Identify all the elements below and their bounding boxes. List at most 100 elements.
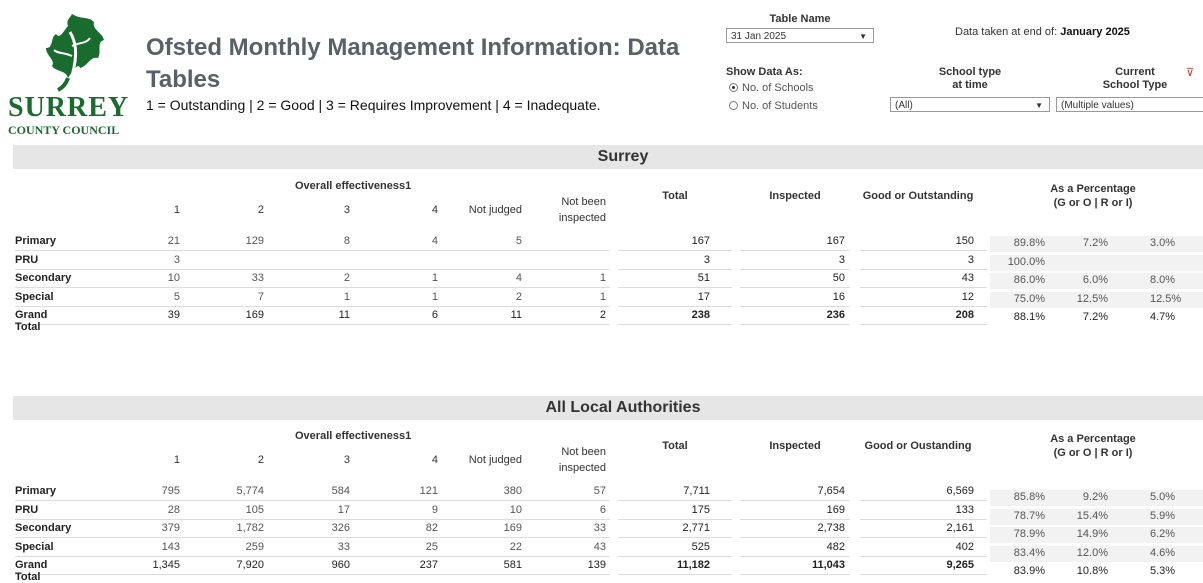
table-cell: 11 bbox=[510, 309, 522, 321]
row-divider bbox=[860, 500, 987, 501]
table-cell: 39 bbox=[167, 309, 180, 321]
percentage-cell: 7.2% bbox=[1082, 311, 1108, 323]
table-cell: 7 bbox=[257, 291, 264, 303]
row-divider bbox=[860, 269, 987, 270]
row-label: Secondary bbox=[15, 272, 72, 284]
inspected-cell: 2,738 bbox=[817, 522, 845, 534]
current-school-type-dropdown[interactable]: (Multiple values) bbox=[1056, 97, 1203, 112]
data-taken-text: Data taken at end of: January 2025 bbox=[955, 26, 1130, 38]
inspected-cell: 167 bbox=[826, 235, 845, 247]
table-cell: 5 bbox=[515, 235, 522, 247]
total-cell: 51 bbox=[697, 272, 710, 284]
good-outstanding-cell: 12 bbox=[961, 291, 974, 303]
table-cell: 139 bbox=[587, 559, 606, 571]
inspected-cell: 482 bbox=[826, 541, 845, 553]
good-outstanding-cell: 150 bbox=[955, 235, 974, 247]
row-divider bbox=[618, 250, 732, 251]
good-outstanding-header: Good or Outstanding bbox=[862, 190, 974, 202]
percentage-cell: 14.9% bbox=[1076, 528, 1108, 540]
table-cell: 960 bbox=[331, 559, 350, 571]
surrey-logo: SURREY COUNTY COUNCIL bbox=[4, 12, 140, 136]
inspected-cell: 16 bbox=[832, 291, 845, 303]
row-divider bbox=[860, 537, 987, 538]
overall-effectiveness-header: Overall effectiveness1 bbox=[295, 430, 412, 442]
table-cell: 9 bbox=[431, 504, 438, 516]
oak-leaf-icon bbox=[46, 14, 104, 92]
percentage-cell: 5.0% bbox=[1150, 491, 1176, 503]
table-cell: 1 bbox=[343, 291, 350, 303]
column-header: 3 bbox=[343, 204, 350, 216]
total-header: Total bbox=[662, 190, 688, 202]
column-header: Not judged bbox=[468, 454, 522, 466]
total-cell: 175 bbox=[691, 504, 710, 516]
row-divider bbox=[15, 287, 610, 288]
table-cell: 6 bbox=[599, 504, 606, 516]
dropdown-arrow-icon: ▼ bbox=[1035, 101, 1043, 110]
table-cell: 237 bbox=[419, 559, 438, 571]
row-divider bbox=[618, 537, 732, 538]
percentage-cell: 8.0% bbox=[1150, 274, 1176, 286]
row-label: Grand Total bbox=[15, 559, 48, 583]
total-cell: 7,711 bbox=[683, 485, 710, 497]
percentage-cell: 78.9% bbox=[1013, 528, 1045, 540]
row-divider bbox=[618, 287, 732, 288]
table-cell: 380 bbox=[503, 485, 522, 497]
percentage-cell: 88.1% bbox=[1013, 311, 1045, 323]
table-cell: 1,782 bbox=[236, 522, 264, 534]
total-cell: 3 bbox=[703, 254, 710, 266]
table-cell: 28 bbox=[167, 504, 180, 516]
total-cell: 167 bbox=[691, 235, 710, 247]
table-cell: 10 bbox=[167, 272, 180, 284]
column-header: 2 bbox=[257, 204, 264, 216]
radio-no-of-students[interactable]: No. of Students bbox=[729, 99, 818, 114]
section-band-all-local-authorities: All Local Authorities bbox=[13, 396, 1203, 420]
table-cell: 21 bbox=[167, 235, 180, 247]
logo-subtitle: COUNTY COUNCIL bbox=[8, 123, 120, 137]
inspected-cell: 50 bbox=[832, 272, 845, 284]
percentage-cell: 6.0% bbox=[1082, 274, 1108, 286]
table-cell: 11 bbox=[338, 309, 350, 321]
table-cell: 57 bbox=[593, 485, 606, 497]
school-type-time-dropdown[interactable]: (All) ▼ bbox=[890, 97, 1050, 112]
radio-no-of-schools[interactable]: No. of Schools bbox=[729, 81, 814, 96]
row-divider bbox=[618, 574, 732, 575]
row-divider bbox=[740, 537, 850, 538]
row-divider bbox=[740, 519, 850, 520]
table-cell: 10 bbox=[509, 504, 522, 516]
table-cell: 3 bbox=[173, 254, 180, 266]
table-cell: 143 bbox=[161, 541, 180, 553]
percentage-cell: 86.0% bbox=[1013, 274, 1045, 286]
percentage-cell: 85.8% bbox=[1013, 491, 1045, 503]
table-cell: 1 bbox=[431, 272, 438, 284]
percentage-cell: 89.8% bbox=[1013, 237, 1045, 249]
filter-clear-icon[interactable]: ⊽ bbox=[1186, 66, 1194, 79]
row-label: Primary bbox=[15, 235, 56, 247]
column-header: 1 bbox=[173, 454, 180, 466]
show-data-as-label: Show Data As: bbox=[726, 66, 803, 78]
percentage-header-2: (G or O | R or I) bbox=[1053, 197, 1133, 209]
table-cell: 326 bbox=[331, 522, 350, 534]
total-cell: 2,771 bbox=[682, 522, 710, 534]
table-cell: 1 bbox=[431, 291, 438, 303]
total-header: Total bbox=[662, 440, 688, 452]
table-cell: 169 bbox=[503, 522, 522, 534]
good-outstanding-cell: 208 bbox=[955, 309, 974, 321]
row-divider bbox=[740, 269, 850, 270]
row-divider bbox=[15, 574, 610, 575]
good-outstanding-header: Good or Oustanding bbox=[864, 440, 972, 452]
table-cell: 17 bbox=[337, 504, 350, 516]
row-label: Special bbox=[15, 541, 54, 553]
inspected-cell: 169 bbox=[826, 504, 845, 516]
table-cell: 259 bbox=[245, 541, 264, 553]
good-outstanding-cell: 6,569 bbox=[946, 485, 974, 497]
good-outstanding-cell: 9,265 bbox=[946, 559, 974, 571]
percentage-cell: 100.0% bbox=[1007, 256, 1045, 268]
dropdown-arrow-icon: ▼ bbox=[859, 32, 867, 41]
row-label: PRU bbox=[15, 504, 39, 516]
row-divider bbox=[15, 500, 610, 501]
row-divider bbox=[740, 324, 850, 325]
table-cell: 82 bbox=[425, 522, 438, 534]
row-divider bbox=[618, 324, 732, 325]
label-line: School Type bbox=[1102, 79, 1168, 91]
table-name-dropdown[interactable]: 31 Jan 2025 ▼ bbox=[726, 28, 874, 43]
